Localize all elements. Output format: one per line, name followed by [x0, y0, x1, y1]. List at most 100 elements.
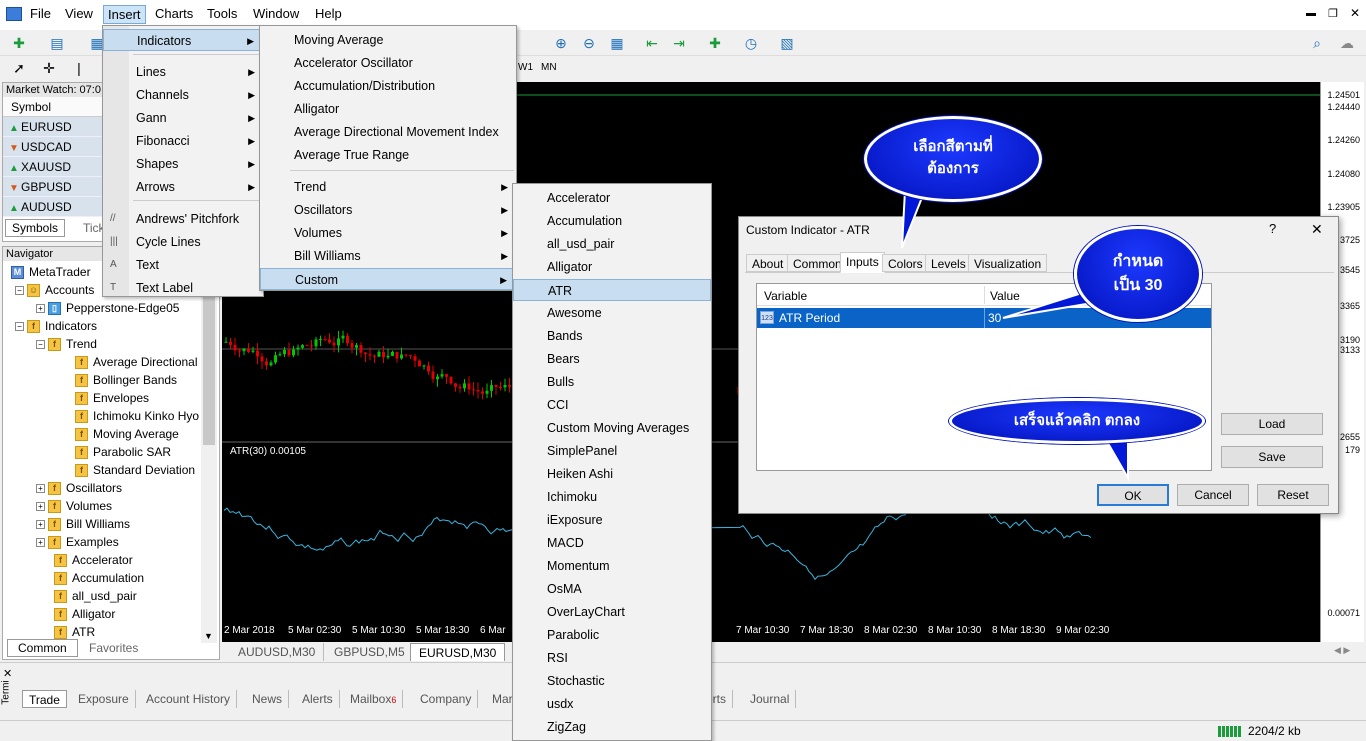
tab-favorites[interactable]: Favorites	[89, 641, 138, 655]
menu-file[interactable]: File	[30, 6, 51, 21]
nav-custom-item[interactable]: f Alligator	[54, 605, 115, 623]
nav-group[interactable]: + f Volumes	[36, 497, 112, 515]
restore-icon[interactable]: ❐	[1328, 7, 1338, 20]
terminal-tab[interactable]: Exposure	[72, 690, 136, 708]
dialog-help-button[interactable]: ?	[1269, 221, 1276, 236]
nav-scrollbar[interactable]: ▼	[201, 263, 217, 643]
indicators-menu-item[interactable]: Accumulation/Distribution	[260, 75, 516, 97]
nav-custom-item[interactable]: f Accumulation	[54, 569, 144, 587]
menu-charts[interactable]: Charts	[155, 6, 193, 21]
custom-menu-item[interactable]: Heiken Ashi	[513, 463, 711, 485]
indicators-menu-item[interactable]: Moving Average	[260, 29, 516, 51]
custom-menu-item[interactable]: Awesome	[513, 302, 711, 324]
nav-indicators[interactable]: − f Indicators	[15, 317, 97, 335]
nav-indicator-item[interactable]: f Parabolic SAR	[75, 443, 171, 461]
custom-menu-item[interactable]: SimplePanel	[513, 440, 711, 462]
menu-help[interactable]: Help	[315, 6, 342, 21]
nav-group[interactable]: + f Bill Williams	[36, 515, 130, 533]
save-button[interactable]: Save	[1221, 446, 1323, 468]
indicators-menu-item[interactable]: Volumes ▶	[260, 222, 516, 244]
custom-menu-item[interactable]: CCI	[513, 394, 711, 416]
custom-menu-item[interactable]: usdx	[513, 693, 711, 715]
menu-window[interactable]: Window	[253, 6, 299, 21]
dialog-tab-common[interactable]: Common	[787, 254, 848, 272]
minimize-icon[interactable]: ▬	[1306, 8, 1316, 19]
search-icon[interactable]: ⌕	[1308, 34, 1326, 52]
terminal-tab[interactable]: Journal	[744, 690, 797, 708]
nav-root[interactable]: M MetaTrader	[11, 263, 91, 281]
custom-menu-item[interactable]: OsMA	[513, 578, 711, 600]
chat-icon[interactable]: ☁	[1338, 34, 1356, 52]
insert-menu-item[interactable]: Indicators ▶	[103, 29, 263, 51]
custom-menu-item[interactable]: ATR	[513, 279, 711, 301]
expand-icon[interactable]: +	[36, 502, 45, 512]
custom-menu-item[interactable]: Custom Moving Averages	[513, 417, 711, 439]
chart-tab-gbpusd[interactable]: GBPUSD,M5	[326, 643, 414, 661]
insert-menu-item[interactable]: Shapes ▶	[103, 153, 263, 175]
expand-icon[interactable]: +	[36, 484, 45, 494]
insert-menu-item[interactable]: Channels ▶	[103, 84, 263, 106]
nav-custom-item[interactable]: f all_usd_pair	[54, 587, 137, 605]
indicators-menu-item[interactable]: Average Directional Movement Index	[260, 121, 516, 143]
custom-menu-item[interactable]: Alligator	[513, 256, 711, 278]
custom-menu-item[interactable]: Ichimoku	[513, 486, 711, 508]
indicators-icon[interactable]: ✚	[706, 34, 724, 52]
insert-menu-item[interactable]: // Andrews' Pitchfork	[103, 208, 263, 230]
reset-button[interactable]: Reset	[1257, 484, 1329, 506]
collapse-icon[interactable]: −	[15, 286, 24, 296]
collapse-icon[interactable]: −	[36, 340, 45, 350]
chart-tab-eurusd[interactable]: EURUSD,M30	[410, 643, 506, 661]
crosshair-icon[interactable]: ✛	[40, 59, 58, 77]
dialog-tab-colors[interactable]: Colors	[882, 254, 929, 272]
dialog-tab-visualization[interactable]: Visualization	[968, 254, 1048, 272]
nav-indicator-item[interactable]: f Standard Deviation	[75, 461, 195, 479]
nav-indicator-item[interactable]: f Bollinger Bands	[75, 371, 177, 389]
insert-menu-item[interactable]: Fibonacci ▶	[103, 130, 263, 152]
nav-group[interactable]: + f Examples	[36, 533, 119, 551]
terminal-tab[interactable]: Alerts	[296, 690, 340, 708]
nav-account[interactable]: + ▯ Pepperstone-Edge05	[36, 299, 179, 317]
menu-view[interactable]: View	[65, 6, 93, 21]
custom-menu-item[interactable]: iExposure	[513, 509, 711, 531]
timeframe-mn[interactable]: MN	[541, 62, 557, 73]
zoom-out-icon[interactable]: ⊖	[580, 34, 598, 52]
indicators-menu-item[interactable]: Alligator	[260, 98, 516, 120]
dialog-tab-inputs[interactable]: Inputs	[840, 252, 885, 273]
nav-accounts[interactable]: − ☺ Accounts	[15, 281, 94, 299]
nav-indicator-item[interactable]: f Ichimoku Kinko Hyo	[75, 407, 199, 425]
collapse-icon[interactable]: −	[15, 322, 24, 332]
insert-menu-item[interactable]: T Text Label	[103, 277, 263, 299]
expand-icon[interactable]: +	[36, 520, 45, 530]
terminal-tab[interactable]: Account History	[140, 690, 238, 708]
load-button[interactable]: Load	[1221, 413, 1323, 435]
custom-menu-item[interactable]: Bands	[513, 325, 711, 347]
dialog-tab-levels[interactable]: Levels	[925, 254, 972, 272]
expand-icon[interactable]: +	[36, 538, 45, 548]
indicators-menu-item[interactable]: Average True Range	[260, 144, 516, 166]
vertical-line-icon[interactable]: |	[70, 59, 88, 77]
insert-menu-item[interactable]: A Text	[103, 254, 263, 276]
nav-group[interactable]: + f Oscillators	[36, 479, 122, 497]
tab-symbols[interactable]: Symbols	[5, 219, 66, 237]
custom-menu-item[interactable]: Accumulation	[513, 210, 711, 232]
expand-icon[interactable]: +	[36, 304, 45, 314]
nav-indicator-item[interactable]: f Envelopes	[75, 389, 149, 407]
custom-menu-item[interactable]: Stochastic	[513, 670, 711, 692]
chart-tab-audusd[interactable]: AUDUSD,M30	[230, 643, 325, 661]
custom-menu-item[interactable]: Momentum	[513, 555, 711, 577]
custom-menu-item[interactable]: Bulls	[513, 371, 711, 393]
nav-trend[interactable]: − f Trend	[36, 335, 97, 353]
indicators-menu-item[interactable]: Oscillators ▶	[260, 199, 516, 221]
ok-button[interactable]: OK	[1097, 484, 1169, 506]
autoscroll-icon[interactable]: ⇥	[670, 34, 688, 52]
terminal-tab[interactable]: News	[246, 690, 290, 708]
custom-menu-item[interactable]: all_usd_pair	[513, 233, 711, 255]
dialog-close-button[interactable]: ✕	[1311, 221, 1323, 238]
terminal-tab[interactable]: Mailbox6	[344, 690, 404, 708]
profiles-icon[interactable]: ▤	[48, 34, 66, 52]
variable-column-header[interactable]: Variable	[764, 289, 807, 303]
terminal-close-icon[interactable]: ✕	[3, 667, 12, 680]
value-column-header[interactable]: Value	[990, 289, 1020, 303]
indicators-menu-item[interactable]: Accelerator Oscillator	[260, 52, 516, 74]
zoom-in-icon[interactable]: ⊕	[552, 34, 570, 52]
